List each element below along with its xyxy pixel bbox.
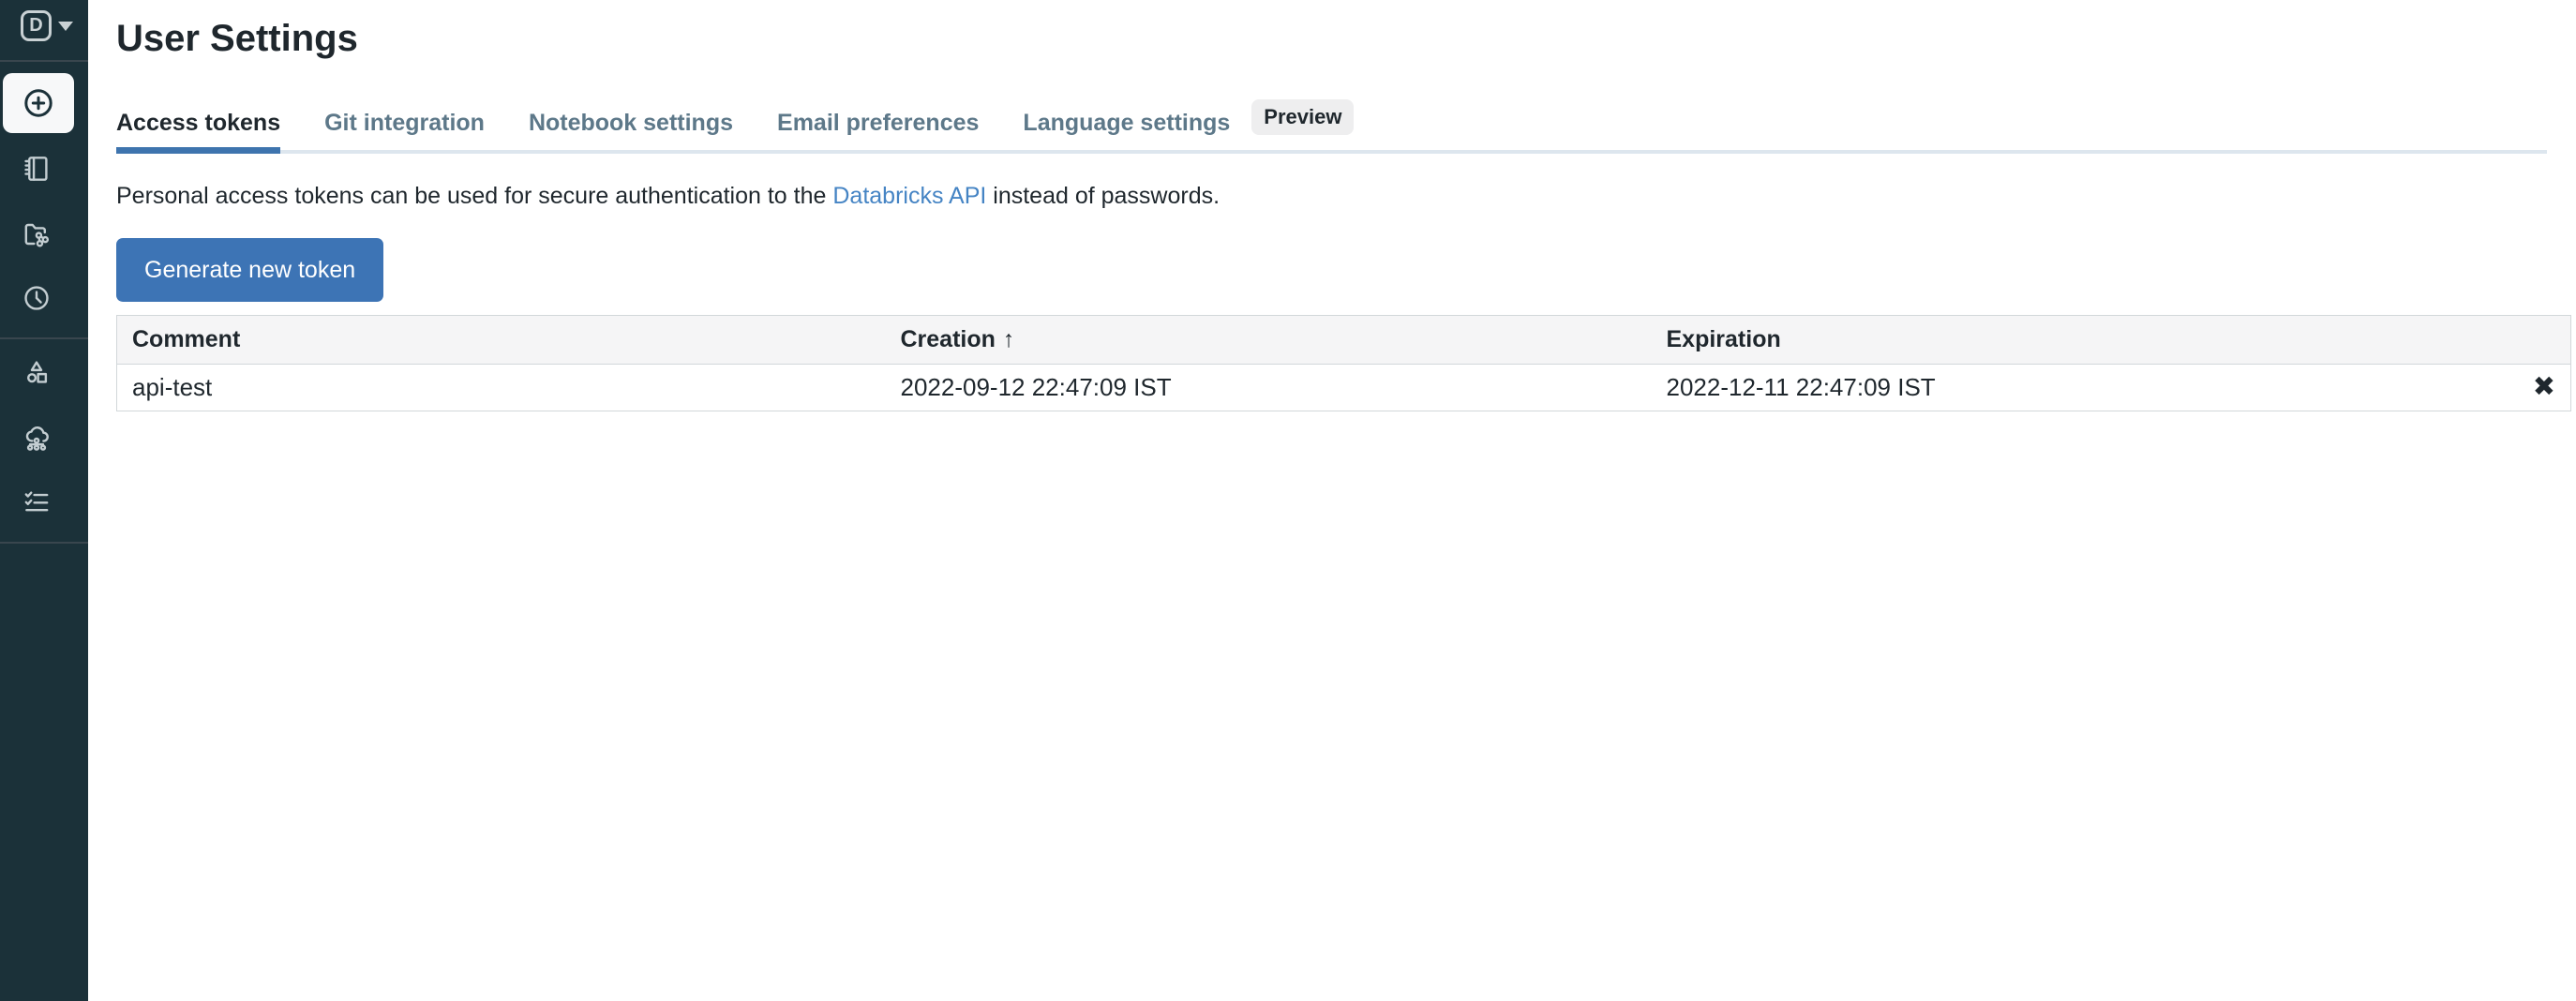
- column-header-actions: [2496, 316, 2571, 365]
- workspace-switcher[interactable]: D: [21, 10, 73, 41]
- sidebar-divider: [0, 542, 88, 544]
- intro-text-after: instead of passwords.: [986, 183, 1220, 209]
- clock-icon: [22, 283, 52, 313]
- sidebar-divider: [0, 60, 88, 62]
- tab-notebook-settings[interactable]: Notebook settings: [529, 109, 733, 150]
- sidebar-item-workflows[interactable]: [22, 486, 52, 516]
- shapes-icon: [22, 357, 52, 387]
- sidebar-item-repos[interactable]: [22, 219, 52, 249]
- tab-email-preferences[interactable]: Email preferences: [777, 109, 979, 150]
- cloud-cluster-icon: [22, 424, 52, 454]
- intro-text-before: Personal access tokens can be used for s…: [116, 183, 832, 209]
- sidebar-item-create[interactable]: [3, 73, 74, 133]
- sidebar-item-data[interactable]: [22, 357, 52, 387]
- databricks-api-link[interactable]: Databricks API: [832, 183, 986, 209]
- tokens-table-header-row: Comment Creation ↑ Expiration: [117, 316, 2571, 365]
- sidebar: D: [0, 0, 88, 1001]
- intro-text: Personal access tokens can be used for s…: [116, 182, 2571, 210]
- databricks-logo-icon: D: [21, 10, 52, 41]
- token-expiration-cell: 2022-12-11 22:47:09 IST: [1652, 365, 2496, 411]
- tab-access-tokens[interactable]: Access tokens: [116, 109, 280, 150]
- token-actions-cell: ✖: [2496, 365, 2571, 411]
- sidebar-divider: [0, 337, 88, 339]
- sort-ascending-icon: ↑: [1003, 326, 1015, 352]
- folder-branch-icon: [22, 219, 52, 249]
- sidebar-item-workspace[interactable]: [22, 154, 52, 184]
- column-header-expiration[interactable]: Expiration: [1652, 316, 2496, 365]
- sidebar-item-recents[interactable]: [22, 283, 52, 313]
- plus-circle-icon: [22, 86, 55, 120]
- tab-language-settings[interactable]: Language settings: [1023, 109, 1230, 150]
- main-content: User Settings Access tokens Git integrat…: [88, 0, 2576, 411]
- delete-token-icon[interactable]: ✖: [2533, 372, 2555, 402]
- settings-tabs: Access tokens Git integration Notebook s…: [116, 99, 2547, 154]
- chevron-down-icon: [58, 22, 73, 31]
- sidebar-item-compute[interactable]: [22, 424, 52, 454]
- token-creation-cell: 2022-09-12 22:47:09 IST: [886, 365, 1652, 411]
- page-title: User Settings: [116, 0, 2571, 60]
- column-header-creation[interactable]: Creation ↑: [886, 316, 1652, 365]
- preview-badge: Preview: [1251, 99, 1354, 135]
- notebook-icon: [22, 154, 52, 184]
- generate-token-button[interactable]: Generate new token: [116, 238, 383, 302]
- token-table-row: api-test 2022-09-12 22:47:09 IST 2022-12…: [117, 365, 2571, 411]
- checklist-icon: [22, 486, 52, 516]
- column-header-creation-label: Creation: [901, 326, 996, 352]
- tab-git-integration[interactable]: Git integration: [324, 109, 485, 150]
- token-comment-cell: api-test: [117, 365, 886, 411]
- column-header-comment[interactable]: Comment: [117, 316, 886, 365]
- tokens-table: Comment Creation ↑ Expiration api-test 20…: [116, 315, 2571, 411]
